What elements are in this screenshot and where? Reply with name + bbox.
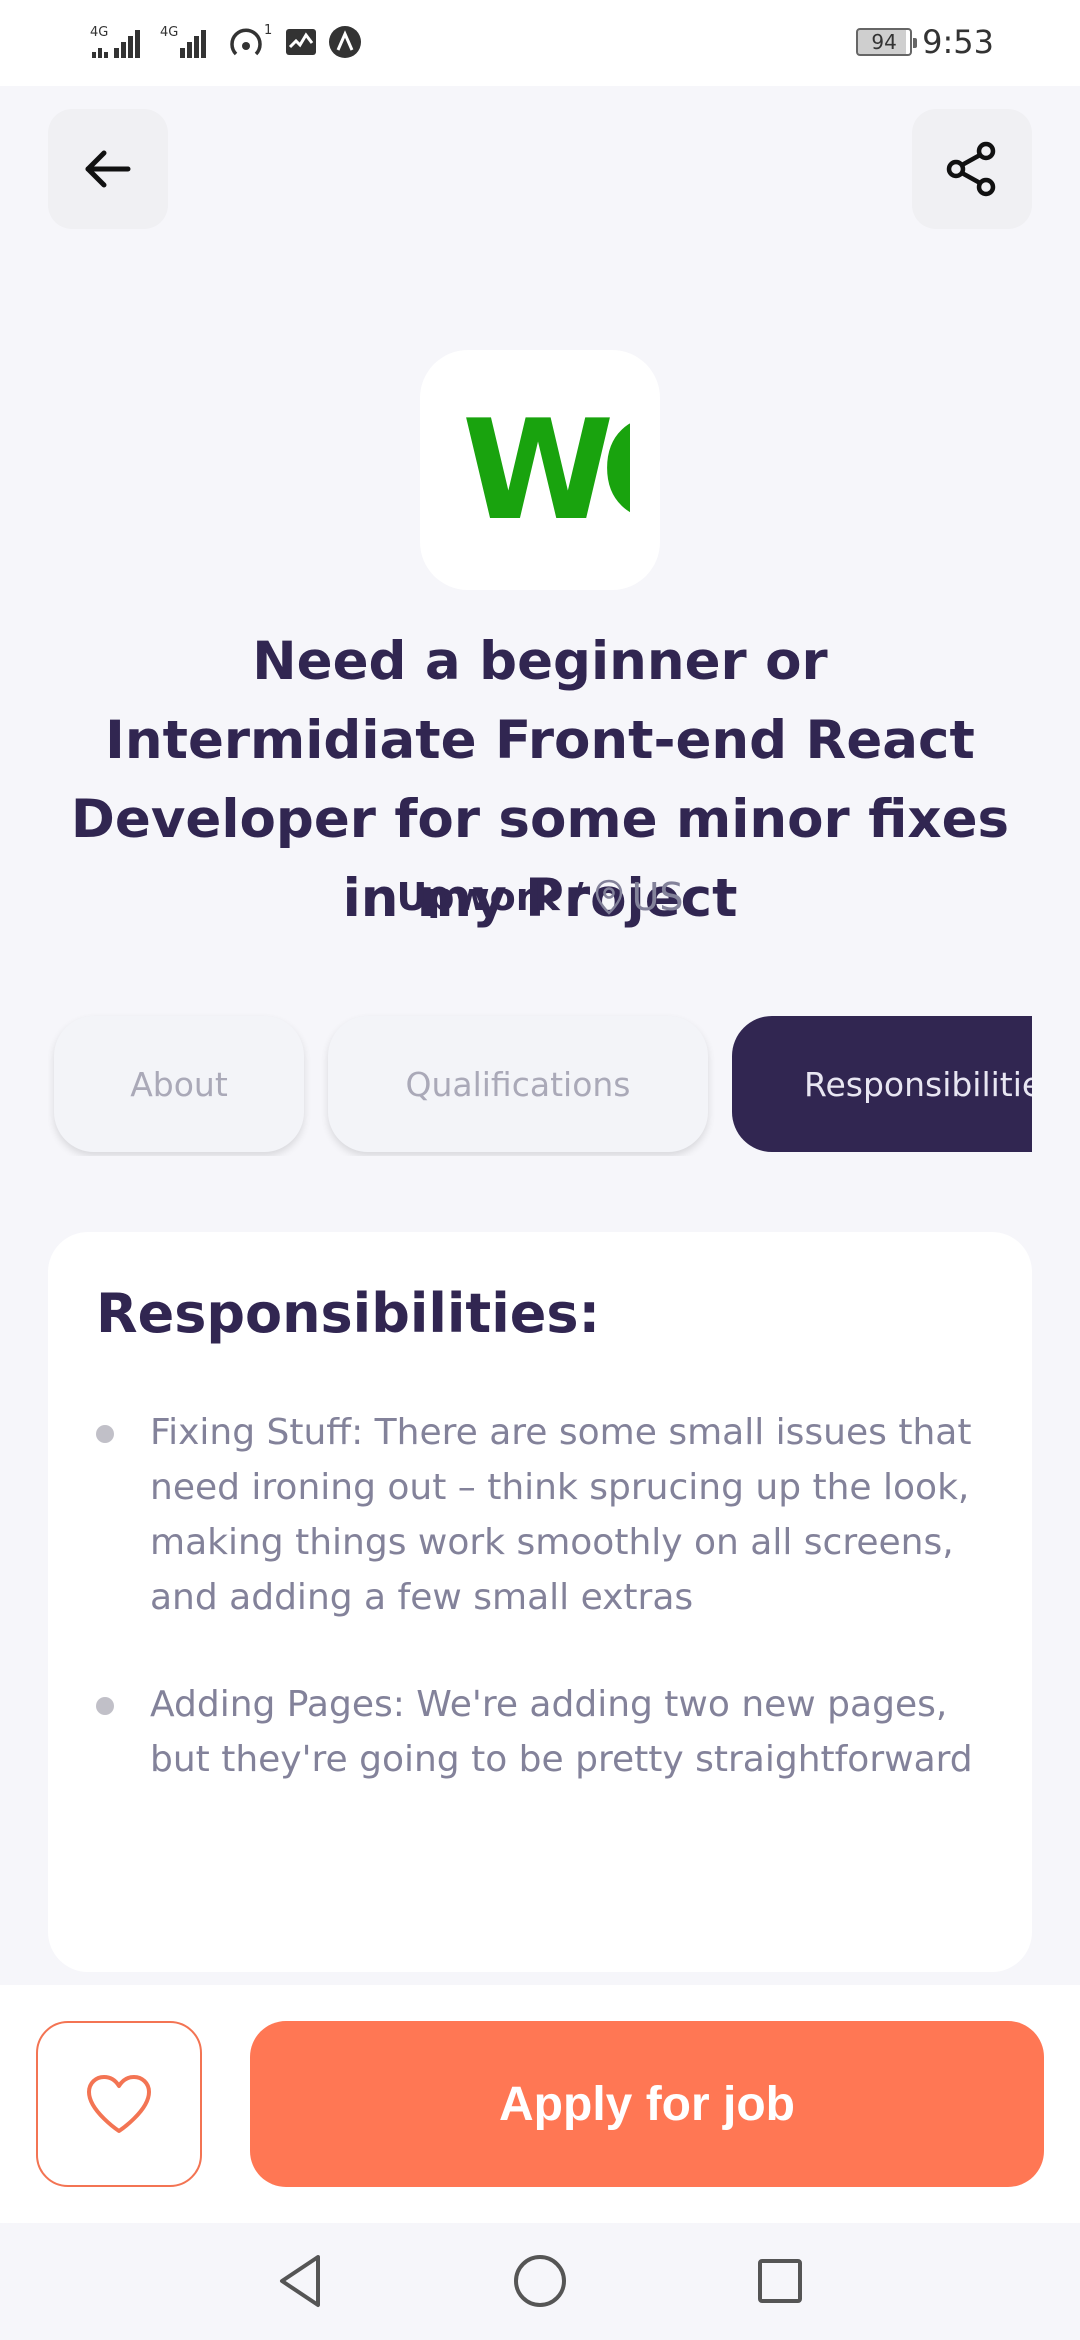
signal-1-icon: 4G bbox=[90, 22, 150, 62]
company-name: Upwork bbox=[396, 875, 560, 919]
tab-bar: About Qualifications Responsibilities bbox=[48, 1012, 1032, 1156]
tab-qualifications[interactable]: Qualifications bbox=[328, 1016, 708, 1152]
triangle-back-icon bbox=[280, 2255, 320, 2307]
bullet-dot-icon bbox=[96, 1697, 114, 1715]
responsibilities-card: Responsibilities: Fixing Stuff: There ar… bbox=[48, 1232, 1032, 1972]
tab-about-label: About bbox=[130, 1064, 228, 1104]
arrow-left-icon bbox=[85, 150, 131, 188]
activity-monitor-icon bbox=[284, 25, 318, 59]
battery-icon: 94 bbox=[856, 28, 918, 56]
list-item-text: Adding Pages: We're adding two new pages… bbox=[150, 1684, 973, 1780]
list-item: Adding Pages: We're adding two new pages… bbox=[96, 1677, 984, 1787]
status-time: 9:53 bbox=[922, 23, 994, 61]
status-left-icons: 4G 4G 1 bbox=[90, 20, 362, 64]
tab-about[interactable]: About bbox=[54, 1016, 304, 1152]
footer-actions: Apply for job bbox=[0, 1985, 1080, 2223]
share-button[interactable] bbox=[912, 109, 1032, 229]
heart-outline-icon bbox=[87, 2075, 151, 2133]
tab-responsibilities-label: Responsibilities bbox=[804, 1064, 1032, 1104]
back-button[interactable] bbox=[48, 109, 168, 229]
circle-home-icon bbox=[514, 2255, 566, 2307]
nav-back-button[interactable] bbox=[260, 2241, 340, 2321]
tab-responsibilities[interactable]: Responsibilities bbox=[732, 1016, 1032, 1152]
separator: / bbox=[569, 875, 584, 919]
location-text: US bbox=[631, 875, 684, 919]
location-pin-icon bbox=[595, 879, 622, 915]
section-heading: Responsibilities: bbox=[96, 1282, 601, 1345]
share-icon bbox=[946, 141, 996, 197]
battery-level: 94 bbox=[871, 30, 897, 54]
app-notification-icon bbox=[328, 25, 362, 59]
responsibilities-list: Fixing Stuff: There are some small issue… bbox=[96, 1405, 984, 1787]
like-button[interactable] bbox=[36, 2021, 202, 2187]
square-recents-icon bbox=[758, 2259, 802, 2303]
list-item: Fixing Stuff: There are some small issue… bbox=[96, 1405, 984, 1625]
tab-qualifications-label: Qualifications bbox=[405, 1064, 631, 1104]
bullet-dot-icon bbox=[96, 1425, 114, 1443]
svg-text:1: 1 bbox=[264, 23, 272, 38]
status-right-icons: 94 9:53 bbox=[856, 20, 994, 64]
company-logo-image: WC bbox=[462, 410, 640, 530]
company-location-row: Upwork / US bbox=[0, 875, 1080, 919]
signal-2-icon: 4G bbox=[160, 22, 216, 62]
status-bar: 4G 4G 1 94 9:53 bbox=[0, 0, 1080, 86]
svg-text:4G: 4G bbox=[160, 25, 178, 40]
location: US bbox=[594, 875, 684, 919]
system-nav-bar bbox=[0, 2223, 1080, 2340]
job-details-screen: 4G 4G 1 94 9:53 W Need a beginner or Int… bbox=[0, 0, 1080, 2340]
svg-text:WC: WC bbox=[462, 410, 640, 530]
nav-recents-button[interactable] bbox=[740, 2241, 820, 2321]
nav-home-button[interactable] bbox=[500, 2241, 580, 2321]
hotspot-icon: 1 bbox=[226, 22, 274, 62]
list-item-text: Fixing Stuff: There are some small issue… bbox=[150, 1412, 972, 1618]
svg-text:4G: 4G bbox=[90, 25, 108, 40]
apply-button[interactable]: Apply for job bbox=[250, 2021, 1044, 2187]
company-logo: WC bbox=[420, 350, 660, 590]
